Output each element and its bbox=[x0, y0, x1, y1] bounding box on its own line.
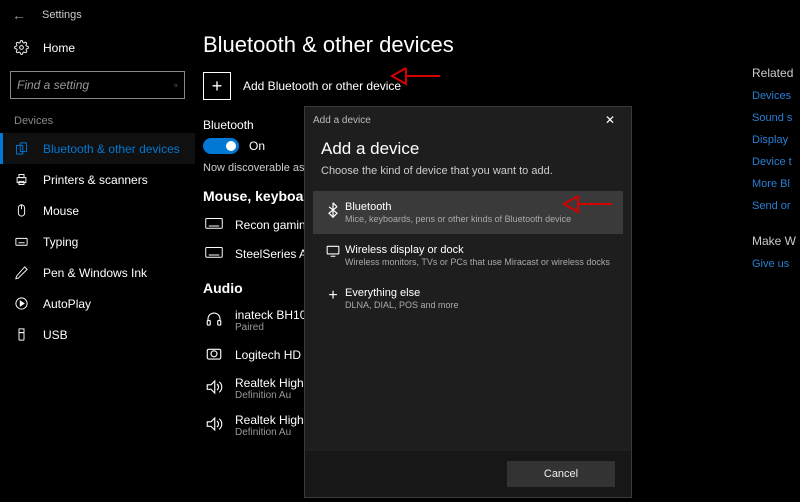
usb-icon bbox=[14, 327, 29, 342]
related-link[interactable]: Devices bbox=[752, 90, 800, 102]
option-name: Wireless display or dock bbox=[345, 244, 610, 256]
device-sub: Definition Au bbox=[235, 390, 304, 401]
bluetooth-state: On bbox=[249, 139, 265, 153]
pen-icon bbox=[14, 265, 29, 280]
option-sub: Wireless monitors, TVs or PCs that use M… bbox=[345, 257, 610, 267]
cancel-button[interactable]: Cancel bbox=[507, 461, 615, 487]
dialog-option-bluetooth[interactable]: BluetoothMice, keyboards, pens or other … bbox=[313, 191, 623, 234]
printer-icon bbox=[14, 172, 29, 187]
device-name: Realtek High bbox=[235, 376, 304, 390]
speaker-icon bbox=[205, 378, 223, 396]
search-icon bbox=[174, 79, 178, 92]
dialog-footer: Cancel bbox=[305, 451, 631, 497]
related-link[interactable]: Device t bbox=[752, 156, 800, 168]
search-field[interactable] bbox=[17, 78, 174, 92]
device-icon bbox=[14, 141, 29, 156]
sidebar-item-label: Mouse bbox=[43, 204, 79, 218]
feedback-heading: Make W bbox=[752, 234, 800, 248]
app-title: Settings bbox=[42, 9, 82, 21]
keyboard-icon bbox=[205, 245, 223, 259]
sidebar-item-label: Printers & scanners bbox=[43, 173, 148, 187]
dialog-heading: Add a device bbox=[321, 139, 615, 159]
page-title: Bluetooth & other devices bbox=[203, 32, 744, 58]
device-name: Logitech HD bbox=[235, 348, 301, 362]
plus-icon: + bbox=[328, 288, 337, 304]
dialog-titlebar-text: Add a device bbox=[313, 115, 371, 126]
sidebar-item-label: Typing bbox=[43, 235, 78, 249]
add-device-button[interactable]: + Add Bluetooth or other device bbox=[203, 72, 744, 100]
sidebar-item-label: AutoPlay bbox=[43, 297, 91, 311]
device-sub: Definition Au bbox=[235, 427, 304, 438]
option-sub: Mice, keyboards, pens or other kinds of … bbox=[345, 214, 571, 224]
sidebar-item-pen[interactable]: Pen & Windows Ink bbox=[0, 257, 195, 288]
right-column: Related Devices Sound s Display Device t… bbox=[752, 30, 800, 502]
device-name: inateck BH100 bbox=[235, 308, 313, 322]
related-link[interactable]: Send or bbox=[752, 200, 800, 212]
sidebar-item-bluetooth[interactable]: Bluetooth & other devices bbox=[0, 133, 195, 164]
headset-icon bbox=[205, 310, 223, 328]
home-label: Home bbox=[43, 41, 75, 55]
gear-icon bbox=[14, 40, 29, 55]
monitor-icon bbox=[326, 245, 340, 257]
sidebar-item-typing[interactable]: Typing bbox=[0, 226, 195, 257]
sidebar-item-autoplay[interactable]: AutoPlay bbox=[0, 288, 195, 319]
dialog-titlebar: Add a device ✕ bbox=[305, 107, 631, 133]
sidebar-item-mouse[interactable]: Mouse bbox=[0, 195, 195, 226]
option-name: Everything else bbox=[345, 287, 459, 299]
camera-icon bbox=[205, 345, 223, 361]
option-sub: DLNA, DIAL, POS and more bbox=[345, 300, 459, 310]
related-link[interactable]: Sound s bbox=[752, 112, 800, 124]
related-link[interactable]: More Bl bbox=[752, 178, 800, 190]
sidebar-item-label: Bluetooth & other devices bbox=[43, 142, 180, 156]
related-link[interactable]: Display bbox=[752, 134, 800, 146]
bluetooth-toggle[interactable] bbox=[203, 138, 239, 154]
feedback-link[interactable]: Give us bbox=[752, 258, 800, 270]
search-input[interactable] bbox=[10, 71, 185, 99]
device-name: Recon gaming bbox=[235, 218, 312, 232]
sidebar: Home Devices Bluetooth & other devices P… bbox=[0, 30, 195, 502]
option-name: Bluetooth bbox=[345, 201, 571, 213]
sidebar-item-label: Pen & Windows Ink bbox=[43, 266, 147, 280]
speaker-icon bbox=[205, 415, 223, 433]
sidebar-heading: Devices bbox=[0, 115, 195, 133]
sidebar-item-usb[interactable]: USB bbox=[0, 319, 195, 350]
close-icon[interactable]: ✕ bbox=[597, 113, 623, 127]
related-heading: Related bbox=[752, 66, 800, 80]
mouse-icon bbox=[14, 203, 29, 218]
dialog-subtext: Choose the kind of device that you want … bbox=[321, 165, 615, 177]
plus-icon: + bbox=[203, 72, 231, 100]
sidebar-item-label: USB bbox=[43, 328, 68, 342]
autoplay-icon bbox=[14, 296, 29, 311]
dialog-option-wireless[interactable]: Wireless display or dockWireless monitor… bbox=[313, 234, 623, 277]
dialog-option-everything[interactable]: + Everything elseDLNA, DIAL, POS and mor… bbox=[313, 277, 623, 320]
add-device-label: Add Bluetooth or other device bbox=[243, 79, 401, 93]
keyboard-icon bbox=[205, 216, 223, 230]
device-name: SteelSeries Ap bbox=[235, 247, 314, 261]
add-device-dialog: Add a device ✕ Add a device Choose the k… bbox=[304, 106, 632, 498]
device-sub: Paired bbox=[235, 322, 313, 333]
keyboard-icon bbox=[14, 234, 29, 249]
device-name: Realtek High bbox=[235, 413, 304, 427]
bluetooth-icon bbox=[327, 202, 339, 218]
back-icon[interactable]: ← bbox=[12, 7, 32, 23]
home-button[interactable]: Home bbox=[0, 34, 195, 61]
sidebar-item-printers[interactable]: Printers & scanners bbox=[0, 164, 195, 195]
titlebar: ← Settings bbox=[0, 0, 800, 30]
